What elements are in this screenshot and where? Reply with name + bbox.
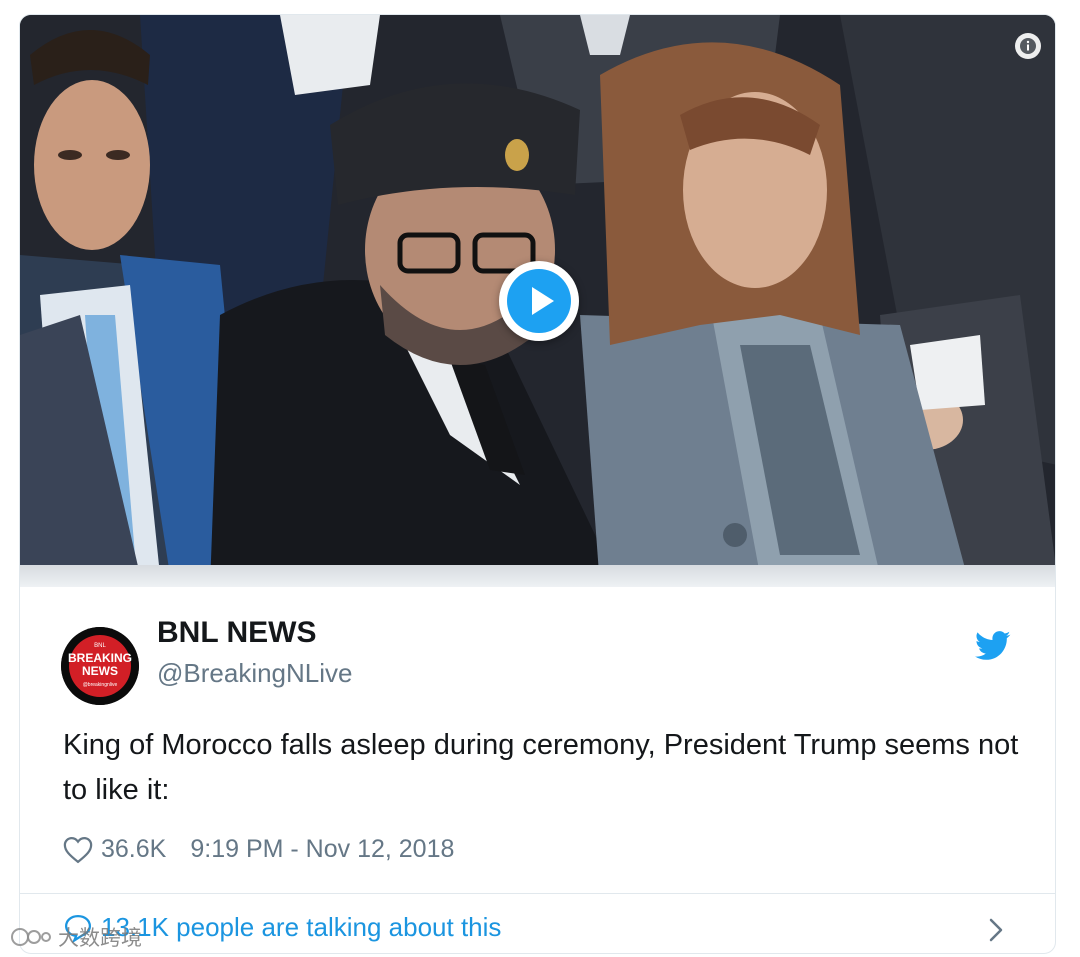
watermark: 大数跨境 (10, 922, 142, 952)
play-icon[interactable] (499, 261, 579, 341)
twitter-bird-icon[interactable] (975, 631, 1011, 661)
tweet-meta: 36.6K 9:19 PM - Nov 12, 2018 (63, 835, 454, 864)
avatar-line4: @breakingnlive (83, 682, 118, 688)
tweet-text: King of Morocco falls asleep during cere… (63, 729, 1019, 806)
author-name[interactable]: BNL NEWS (157, 616, 316, 650)
info-icon[interactable] (1015, 33, 1041, 59)
heart-icon[interactable] (63, 836, 93, 864)
tweet-timestamp[interactable]: 9:19 PM - Nov 12, 2018 (190, 835, 454, 864)
video-player[interactable] (20, 15, 1055, 587)
avatar-line2: BREAKING (68, 651, 132, 665)
video-caption-strip (20, 565, 1055, 587)
chevron-right-icon[interactable] (985, 916, 1007, 944)
watermark-text: 大数跨境 (58, 926, 142, 950)
divider (20, 893, 1055, 894)
avatar-line1: BNL (94, 643, 106, 649)
watermark-logo-icon (11, 928, 51, 946)
avatar[interactable]: BNL BREAKING NEWS @breakingnlive (61, 627, 139, 705)
like-count[interactable]: 36.6K (101, 835, 166, 864)
talking-text[interactable]: 13.1K people are talking about this (101, 912, 501, 943)
avatar-line3: NEWS (82, 664, 118, 678)
author-handle[interactable]: @BreakingNLive (157, 658, 352, 689)
tweet-card[interactable]: BNL BREAKING NEWS @breakingnlive BNL NEW… (19, 14, 1056, 954)
